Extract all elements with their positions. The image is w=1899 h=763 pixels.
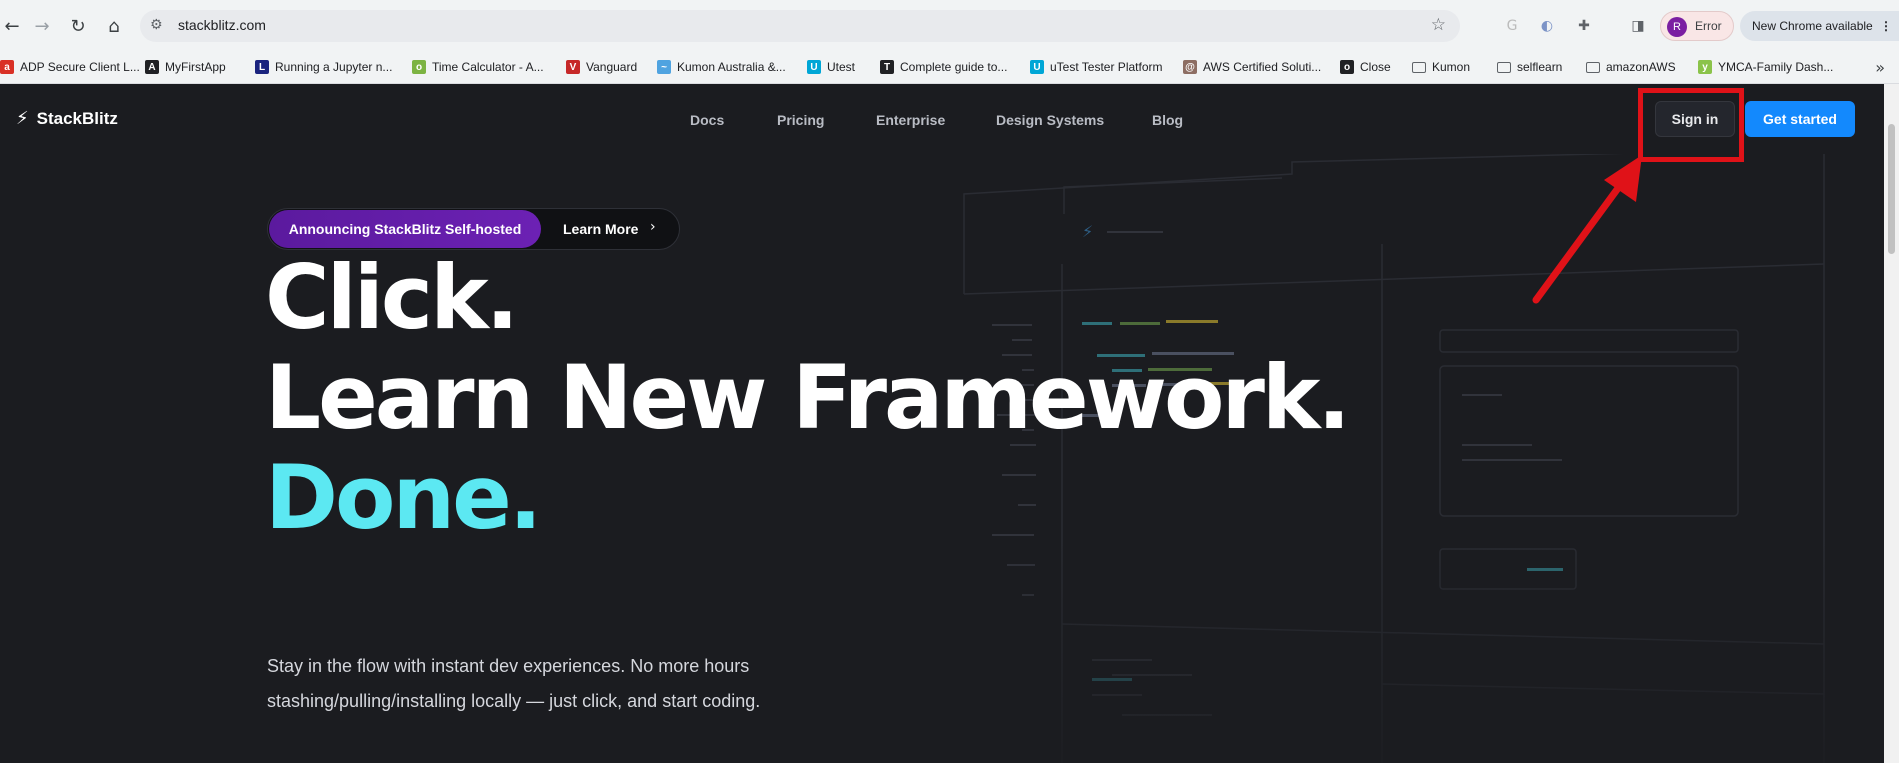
annotation-highlight-box: [1638, 88, 1744, 162]
favicon-icon: y: [1698, 60, 1712, 74]
nav-design-systems[interactable]: Design Systems: [996, 112, 1104, 128]
extensions-puzzle-icon[interactable]: ✚: [1574, 16, 1594, 36]
bookmark-label: ADP Secure Client L...: [20, 60, 140, 74]
favicon-icon: @: [1183, 60, 1197, 74]
nav-blog[interactable]: Blog: [1152, 112, 1183, 128]
bookmark-label: Vanguard: [586, 60, 638, 74]
bookmark-item[interactable]: UuTest Tester Platform: [1030, 60, 1163, 74]
folder-icon: [1412, 61, 1426, 73]
bookmark-label: Kumon Australia &...: [677, 60, 786, 74]
favicon-icon: o: [1340, 60, 1354, 74]
editor-illustration: ⚡: [962, 154, 1832, 763]
bookmark-label: Kumon: [1432, 60, 1471, 74]
brand-name: StackBlitz: [36, 108, 118, 128]
google-extension-icon[interactable]: G: [1502, 16, 1522, 36]
annotation-arrow: [1532, 155, 1642, 304]
favicon-icon: L: [255, 60, 269, 74]
nav-enterprise[interactable]: Enterprise: [876, 112, 945, 128]
bookmark-label: Time Calculator - A...: [432, 60, 544, 74]
more-bookmarks-icon[interactable]: »: [1875, 58, 1885, 77]
scrollbar-thumb[interactable]: [1888, 124, 1895, 254]
folder-icon: [1497, 61, 1511, 73]
bookmark-label: uTest Tester Platform: [1050, 60, 1163, 74]
learn-more-link[interactable]: Learn More: [563, 221, 638, 237]
bookmark-item[interactable]: V Vanguard: [566, 60, 637, 74]
bookmark-item[interactable]: selflearn: [1497, 60, 1562, 74]
bookmark-item[interactable]: y YMCA-Family Dash...: [1698, 60, 1833, 74]
reload-icon[interactable]: ↻: [66, 14, 90, 38]
avatar: R: [1667, 17, 1687, 37]
chrome-update-chip[interactable]: New Chrome available ⋮: [1740, 11, 1899, 41]
kebab-menu-icon[interactable]: ⋮: [1880, 19, 1892, 33]
bookmark-item[interactable]: U Utest: [807, 60, 855, 74]
bookmark-star-icon[interactable]: ☆: [1431, 15, 1446, 35]
chevron-right-icon: ›: [650, 219, 656, 235]
hero-line-3: Done.: [265, 446, 542, 549]
url-text[interactable]: stackblitz.com: [178, 17, 266, 33]
nav-pricing[interactable]: Pricing: [777, 112, 824, 128]
favicon-icon: U: [1030, 60, 1044, 74]
favicon-icon: A: [145, 60, 159, 74]
bookmark-item[interactable]: o Time Calculator - A...: [412, 60, 544, 74]
extension-icon[interactable]: ◐: [1537, 16, 1557, 36]
profile-chip[interactable]: R Error: [1660, 11, 1734, 41]
site-info-icon[interactable]: ⚙: [150, 17, 163, 33]
folder-icon: [1586, 61, 1600, 73]
bookmark-label: YMCA-Family Dash...: [1718, 60, 1834, 74]
announcement-banner[interactable]: Announcing StackBlitz Self-hosted Learn …: [267, 208, 680, 250]
bookmark-label: Complete guide to...: [900, 60, 1008, 74]
get-started-button[interactable]: Get started: [1745, 101, 1855, 137]
bookmark-item[interactable]: a ADP Secure Client L...: [0, 60, 140, 74]
profile-status: Error: [1695, 19, 1722, 33]
bookmark-label: Utest: [827, 60, 856, 74]
browser-toolbar: ← → ↻ ⌂ ⚙ stackblitz.com ☆ G ◐ ✚ ◨ R Err…: [0, 0, 1899, 52]
nav-docs[interactable]: Docs: [690, 112, 724, 128]
hero-line-2: Learn New Framework.: [265, 346, 1351, 449]
bookmark-item[interactable]: @ AWS Certified Soluti...: [1183, 60, 1321, 74]
favicon-icon: T: [880, 60, 894, 74]
bookmark-item[interactable]: L Running a Jupyter n...: [255, 60, 392, 74]
bookmark-label: Running a Jupyter n...: [275, 60, 393, 74]
bookmark-label: Close: [1360, 60, 1391, 74]
favicon-icon: U: [807, 60, 821, 74]
bookmark-label: AWS Certified Soluti...: [1203, 60, 1322, 74]
back-icon[interactable]: ←: [0, 14, 24, 38]
home-icon[interactable]: ⌂: [102, 14, 126, 38]
bookmark-item[interactable]: T Complete guide to...: [880, 60, 1007, 74]
bookmark-label: amazonAWS: [1606, 60, 1676, 74]
bookmark-label: MyFirstApp: [165, 60, 226, 74]
favicon-icon: o: [412, 60, 426, 74]
page-scrollbar[interactable]: [1884, 84, 1899, 763]
stackblitz-logo[interactable]: ⚡ StackBlitz: [16, 108, 118, 129]
bookmark-item[interactable]: o Close: [1340, 60, 1391, 74]
address-bar[interactable]: ⚙ stackblitz.com ☆: [140, 10, 1460, 42]
favicon-icon: V: [566, 60, 580, 74]
svg-text:⚡: ⚡: [1082, 222, 1093, 241]
forward-icon[interactable]: →: [30, 14, 54, 38]
bookmark-item[interactable]: Kumon: [1412, 60, 1470, 74]
hero-subtext-line-1: Stay in the flow with instant dev experi…: [267, 656, 750, 676]
bolt-icon: ⚡: [16, 108, 29, 129]
favicon-icon: ~: [657, 60, 671, 74]
side-panel-icon[interactable]: ◨: [1628, 16, 1648, 36]
bookmark-item[interactable]: ~ Kumon Australia &...: [657, 60, 786, 74]
update-label: New Chrome available: [1752, 19, 1873, 33]
bookmark-item[interactable]: amazonAWS: [1586, 60, 1676, 74]
favicon-icon: a: [0, 60, 14, 74]
bookmark-label: selflearn: [1517, 60, 1563, 74]
hero-subtext-line-2: stashing/pulling/installing locally — ju…: [267, 691, 761, 711]
announcement-pill[interactable]: Announcing StackBlitz Self-hosted: [269, 210, 541, 248]
bookmarks-bar: » a ADP Secure Client L... A MyFirstApp L Run…: [0, 52, 1899, 84]
hero-line-1: Click.: [265, 246, 519, 349]
bookmark-item[interactable]: A MyFirstApp: [145, 60, 226, 74]
